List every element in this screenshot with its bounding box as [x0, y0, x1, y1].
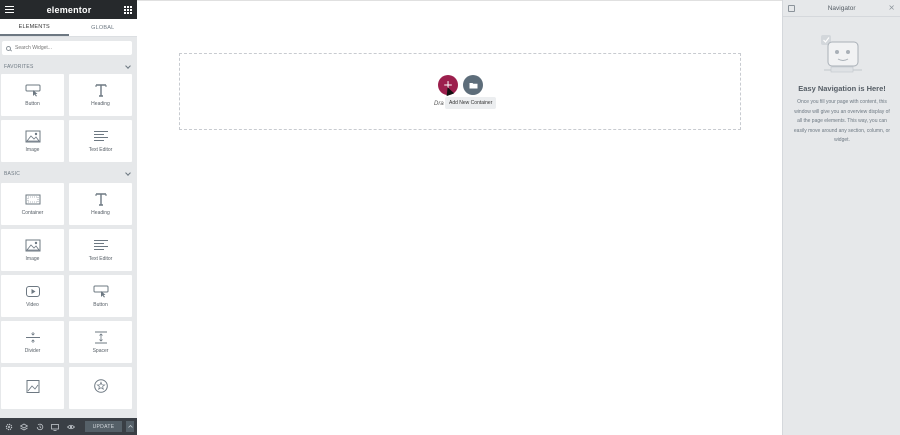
- update-button[interactable]: UPDATE: [84, 421, 123, 432]
- spacer-icon: [93, 331, 109, 344]
- widget-text-editor[interactable]: Text Editor: [69, 229, 132, 271]
- apps-grid-icon[interactable]: [123, 5, 132, 14]
- folder-icon: [469, 82, 477, 88]
- chevron-down-icon: [125, 170, 131, 176]
- widget-divider[interactable]: Divider: [1, 321, 64, 363]
- image-icon: [25, 130, 41, 143]
- widget-label: Button: [25, 100, 40, 107]
- chevron-up-icon: [127, 425, 133, 428]
- navigator-header: Navigator ×: [783, 0, 900, 17]
- navigator-panel: Navigator × Easy Navigation is Here! Onc…: [782, 0, 900, 435]
- category-basic-header[interactable]: BASIC: [0, 167, 137, 181]
- divider-icon: [25, 331, 41, 344]
- responsive-icon[interactable]: [50, 421, 62, 433]
- widget-label: Heading: [91, 209, 110, 216]
- video-icon: [25, 285, 41, 298]
- widget-label: Heading: [91, 100, 110, 107]
- widget-label: Text Editor: [88, 255, 113, 262]
- heading-icon: [93, 83, 109, 97]
- search-icon: [6, 45, 11, 51]
- navigator-illustration: [821, 35, 862, 73]
- add-template-button[interactable]: [463, 75, 483, 95]
- image-box-icon: [25, 379, 41, 393]
- widget-button[interactable]: Button: [1, 74, 64, 116]
- widget-label: Image: [25, 255, 40, 262]
- widget-image[interactable]: Image: [1, 120, 64, 162]
- widget-image-box[interactable]: [1, 367, 64, 409]
- container-icon: [25, 193, 41, 206]
- empty-section-dropzone[interactable]: [179, 53, 741, 130]
- widget-label: Divider: [24, 347, 41, 354]
- chevron-down-icon: [125, 63, 131, 69]
- category-title: BASIC: [4, 171, 21, 177]
- widget-container[interactable]: Container: [1, 183, 64, 225]
- navigator-title: Navigator: [827, 4, 856, 12]
- tab-elements[interactable]: ELEMENTS: [0, 19, 69, 36]
- panel-tabs: ELEMENTS GLOBAL: [0, 19, 137, 37]
- elementor-logo: elementor: [46, 4, 92, 15]
- widget-label: Button: [93, 301, 108, 308]
- panel-topbar: elementor: [0, 0, 137, 19]
- layers-icon[interactable]: [19, 421, 31, 433]
- star-icon: [93, 379, 109, 393]
- preview-eye-icon[interactable]: [65, 421, 77, 433]
- close-icon[interactable]: ×: [888, 4, 895, 12]
- update-options-button[interactable]: [126, 421, 134, 432]
- elementor-editor: elementor ELEMENTS GLOBAL FAVORITES Butt…: [0, 0, 900, 435]
- tab-global[interactable]: GLOBAL: [69, 19, 138, 36]
- heading-icon: [93, 192, 109, 206]
- add-container-tooltip: Add New Container: [445, 97, 497, 109]
- editor-canvas: + Dra Add New Container: [137, 0, 782, 435]
- widget-image[interactable]: Image: [1, 229, 64, 271]
- search-input[interactable]: [15, 45, 115, 51]
- widget-search: [2, 41, 132, 55]
- widget-icon[interactable]: [69, 367, 132, 409]
- text-editor-icon: [93, 130, 109, 143]
- button-icon: [25, 84, 41, 97]
- widget-button[interactable]: Button: [69, 275, 132, 317]
- menu-icon[interactable]: [5, 6, 14, 13]
- history-icon[interactable]: [34, 421, 46, 433]
- drag-widget-hint: Dra: [434, 101, 444, 107]
- elements-panel: elementor ELEMENTS GLOBAL FAVORITES Butt…: [0, 0, 137, 435]
- widget-video[interactable]: Video: [1, 275, 64, 317]
- panel-bottombar: UPDATE: [0, 418, 137, 435]
- text-editor-icon: [93, 239, 109, 252]
- favorites-widgets: Button Heading Image Text Editor: [0, 74, 137, 162]
- basic-widgets: Container Heading Image Text Editor Vide…: [0, 183, 137, 409]
- settings-gear-icon[interactable]: [3, 421, 15, 433]
- category-title: FAVORITES: [4, 64, 34, 70]
- expand-icon[interactable]: [788, 4, 795, 12]
- widget-label: Video: [26, 301, 39, 308]
- widget-label: Image: [25, 146, 40, 153]
- widget-label: Text Editor: [88, 146, 113, 153]
- navigator-empty-text: Once you fill your page with content, th…: [793, 99, 891, 143]
- widget-label: Container: [21, 209, 44, 216]
- navigator-empty-title: Easy Navigation is Here!: [798, 84, 886, 93]
- button-icon: [93, 285, 109, 298]
- widget-heading[interactable]: Heading: [69, 183, 132, 225]
- category-favorites-header[interactable]: FAVORITES: [0, 60, 137, 74]
- widget-heading[interactable]: Heading: [69, 74, 132, 116]
- widget-label: Spacer: [92, 347, 109, 354]
- widget-spacer[interactable]: Spacer: [69, 321, 132, 363]
- widget-text-editor[interactable]: Text Editor: [69, 120, 132, 162]
- image-icon: [25, 239, 41, 252]
